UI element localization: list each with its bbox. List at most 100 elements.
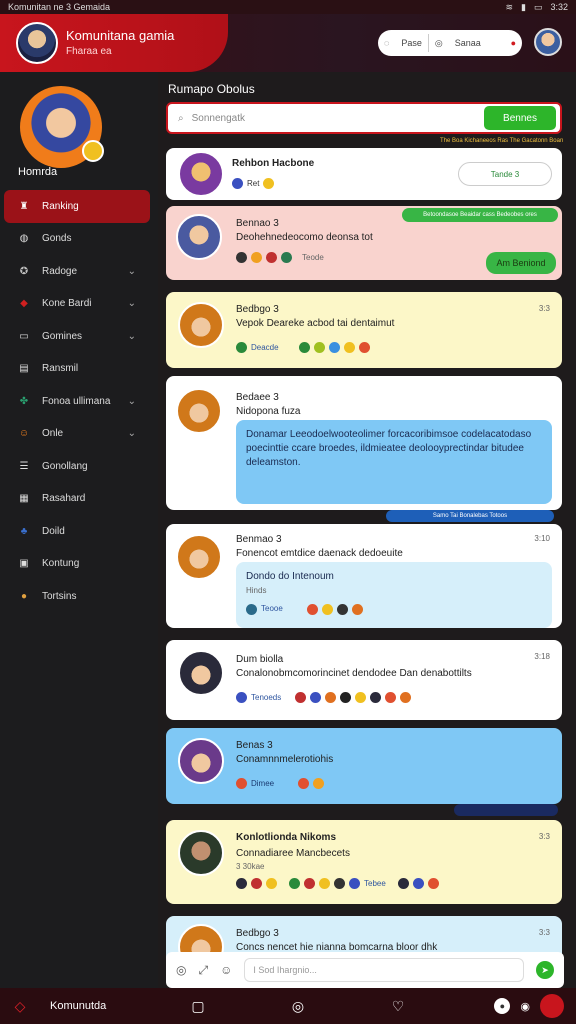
post-message: Vepok Deareke acbod tai dentaimut <box>236 318 395 329</box>
feed-title: Rumapo Obolus <box>168 82 255 96</box>
attach-icon[interactable]: ◎ <box>176 963 186 977</box>
post-time: 3:10 <box>534 534 550 543</box>
post-avatar[interactable] <box>176 534 222 580</box>
sidebar-item-label: Radoge <box>42 265 78 277</box>
post-avatar[interactable] <box>178 151 224 197</box>
post-card[interactable]: Bennao 3 Deohehnedeocomo deonsa tot Teod… <box>166 206 562 280</box>
post-avatar[interactable] <box>178 830 224 876</box>
sidebar-item-onle[interactable]: ☺ Onle ⌄ <box>4 418 150 451</box>
message-input[interactable]: I Sod Ihargnio... <box>244 958 524 982</box>
sidebar-item-gonds[interactable]: ◍ Gonds <box>4 223 150 256</box>
post-message: Nidopona fuza <box>236 406 301 417</box>
top-tag-pill[interactable]: Betoondasoe Beaidar cass Bedeobes ores <box>402 208 558 222</box>
sidebar-item-doild[interactable]: ♣ Doild <box>4 515 150 548</box>
sidebar-item-kontung[interactable]: ▣ Kontung <box>4 548 150 581</box>
header-toggle-pill[interactable]: ◌ Pase ◎ Sanaa ● <box>378 30 522 56</box>
status-bar: Komunitan ne 3 Gemaida ≋ ▮ ▭ 3:32 <box>0 0 576 14</box>
post-reactions[interactable]: Teooe <box>246 602 542 616</box>
signal-icon: ▮ <box>521 1 526 12</box>
post-follow-pill[interactable]: Tande 3 <box>458 162 552 186</box>
post-card[interactable]: Dum biolla Conalonobmcomorincinet dendod… <box>166 640 562 720</box>
reaction-label: Tenoeds <box>251 693 282 702</box>
post-reactions[interactable]: Dimee <box>236 778 325 789</box>
emoji-icon[interactable]: ☺ <box>220 963 232 977</box>
info-bar <box>454 804 558 816</box>
sidebar-item-label: Gomines <box>42 330 83 342</box>
post-avatar[interactable] <box>178 738 224 784</box>
app-header: Komunitana gamia Fharaa ea ◌ Pase ◎ Sana… <box>0 14 576 72</box>
sidebar-item-rasahard[interactable]: ▦ Rasahard <box>4 483 150 516</box>
avatar-icon: ● <box>20 590 28 602</box>
post-card[interactable]: Bedbgo 3 Vepok Deareke acbod tai dentaim… <box>166 292 562 368</box>
info-bar-label: Samo Tai Bonalebas Totoos <box>432 513 508 519</box>
sidebar-item-fonoa-ullimana[interactable]: ✤ Fonoa ullimana ⌄ <box>4 385 150 418</box>
home-icon[interactable]: ◇ <box>0 998 40 1015</box>
action-button-label: Am Beniond <box>496 258 546 268</box>
refresh-icon[interactable]: ◉ <box>520 1000 530 1013</box>
sidebar-item-label: Gonollang <box>42 460 88 472</box>
post-reactions[interactable]: Tebee <box>236 878 439 889</box>
post-card[interactable]: Bedaee 3 Nidopona fuza Donamar Leeodoelw… <box>166 376 562 510</box>
bottom-label[interactable]: Komunutda <box>50 1000 168 1012</box>
chevron-down-icon[interactable]: ⌄ <box>128 396 136 407</box>
sidebar-item-gomines[interactable]: ▭ Gomines ⌄ <box>4 320 150 353</box>
post-meta: Ret <box>232 178 275 189</box>
post-card[interactable]: Rehbon Hacbone Ret Tande 3 <box>166 148 562 200</box>
square-icon[interactable]: ▢ <box>168 998 228 1015</box>
circle-icon[interactable]: ◎ <box>268 998 328 1015</box>
heart-icon[interactable]: ♡ <box>368 998 428 1015</box>
sidebar-item-label: Onle <box>42 428 64 440</box>
image-icon[interactable]: ⤢ <box>198 963 208 978</box>
chevron-down-icon[interactable]: ⌄ <box>128 331 136 342</box>
post-author: Dum biolla <box>236 654 284 665</box>
post-card[interactable]: Benmao 3 Fonencot emtdice daenack dedoeu… <box>166 524 562 628</box>
chat-icon: ▭ <box>19 330 29 342</box>
post-message: Deohehnedeocomo deonsa tot <box>236 232 373 243</box>
trophy-icon: ♜ <box>19 200 29 212</box>
chevron-down-icon[interactable]: ⌄ <box>128 266 136 277</box>
post-author: Benmao 3 <box>236 534 282 545</box>
sidebar-item-radoge[interactable]: ✪ Radoge ⌄ <box>4 255 150 288</box>
chat-bubble-icon[interactable]: ● <box>494 998 511 1014</box>
post-time: 3:3 <box>538 832 550 841</box>
search-button[interactable]: Bennes <box>484 106 556 130</box>
pill-right-label[interactable]: Sanaa <box>449 38 487 48</box>
badge-icon: ✪ <box>19 265 29 277</box>
post-avatar[interactable] <box>178 302 224 348</box>
sidebar-item-ransmil[interactable]: ▤ Ransmil <box>4 353 150 386</box>
sidebar-item-label: Fonoa ullimana <box>42 395 111 407</box>
sidebar-item-tortsins[interactable]: ● Tortsins <box>4 580 150 613</box>
top-tag-label: Betoondasoe Beaidar cass Bedeobes ores <box>423 212 537 218</box>
search-input[interactable]: Sonnengatk <box>192 113 245 124</box>
notification-icon[interactable]: ● <box>505 38 522 48</box>
post-reactions[interactable]: Teode <box>236 252 324 263</box>
community-logo[interactable] <box>16 22 58 64</box>
feed-note: The Boa Kichaneeos Ras The Gacatonn Boan <box>440 138 564 144</box>
sidebar-item-kone-bardi[interactable]: ◆ Kone Bardi ⌄ <box>4 288 150 321</box>
post-avatar[interactable] <box>176 214 222 260</box>
sidebar-nav: ♜ Ranking ◍ Gonds ✪ Radoge ⌄ ◆ Kone Bardi ⌄ ▭ Gomin… <box>4 190 150 613</box>
post-author: Bedbgo 3 <box>236 928 279 939</box>
send-icon[interactable]: ➤ <box>536 961 554 979</box>
sidebar-item-ranking[interactable]: ♜ Ranking <box>4 190 150 223</box>
profile-button-icon[interactable] <box>540 994 564 1018</box>
post-reactions[interactable]: Deacde <box>236 342 370 353</box>
search-bar[interactable]: ⌕ Sonnengatk Bennes <box>166 102 562 134</box>
chevron-down-icon[interactable]: ⌄ <box>128 298 136 309</box>
calendar-icon: ▣ <box>19 558 29 570</box>
post-card[interactable]: Benas 3 Conamnnmelerotiohis Dimee <box>166 728 562 804</box>
post-avatar[interactable] <box>178 650 224 696</box>
sidebar-item-label: Tortsins <box>42 590 77 602</box>
profile-avatar[interactable] <box>534 28 562 56</box>
sidebar-item-label: Kone Bardi <box>42 298 92 310</box>
status-time: 3:32 <box>550 2 568 12</box>
action-button[interactable]: Am Beniond <box>486 252 556 274</box>
post-follow-label: Tande 3 <box>490 169 520 179</box>
post-avatar[interactable] <box>176 388 222 434</box>
sidebar-item-gonollang[interactable]: ☰ Gonollang <box>4 450 150 483</box>
post-reactions[interactable]: Tenoeds <box>236 692 412 703</box>
people-icon: ♣ <box>20 525 28 537</box>
post-card[interactable]: Konlotlionda Nikoms Connadiaree Mancbece… <box>166 820 562 904</box>
chevron-down-icon[interactable]: ⌄ <box>128 428 136 439</box>
pill-left-label[interactable]: Pase <box>395 38 428 48</box>
